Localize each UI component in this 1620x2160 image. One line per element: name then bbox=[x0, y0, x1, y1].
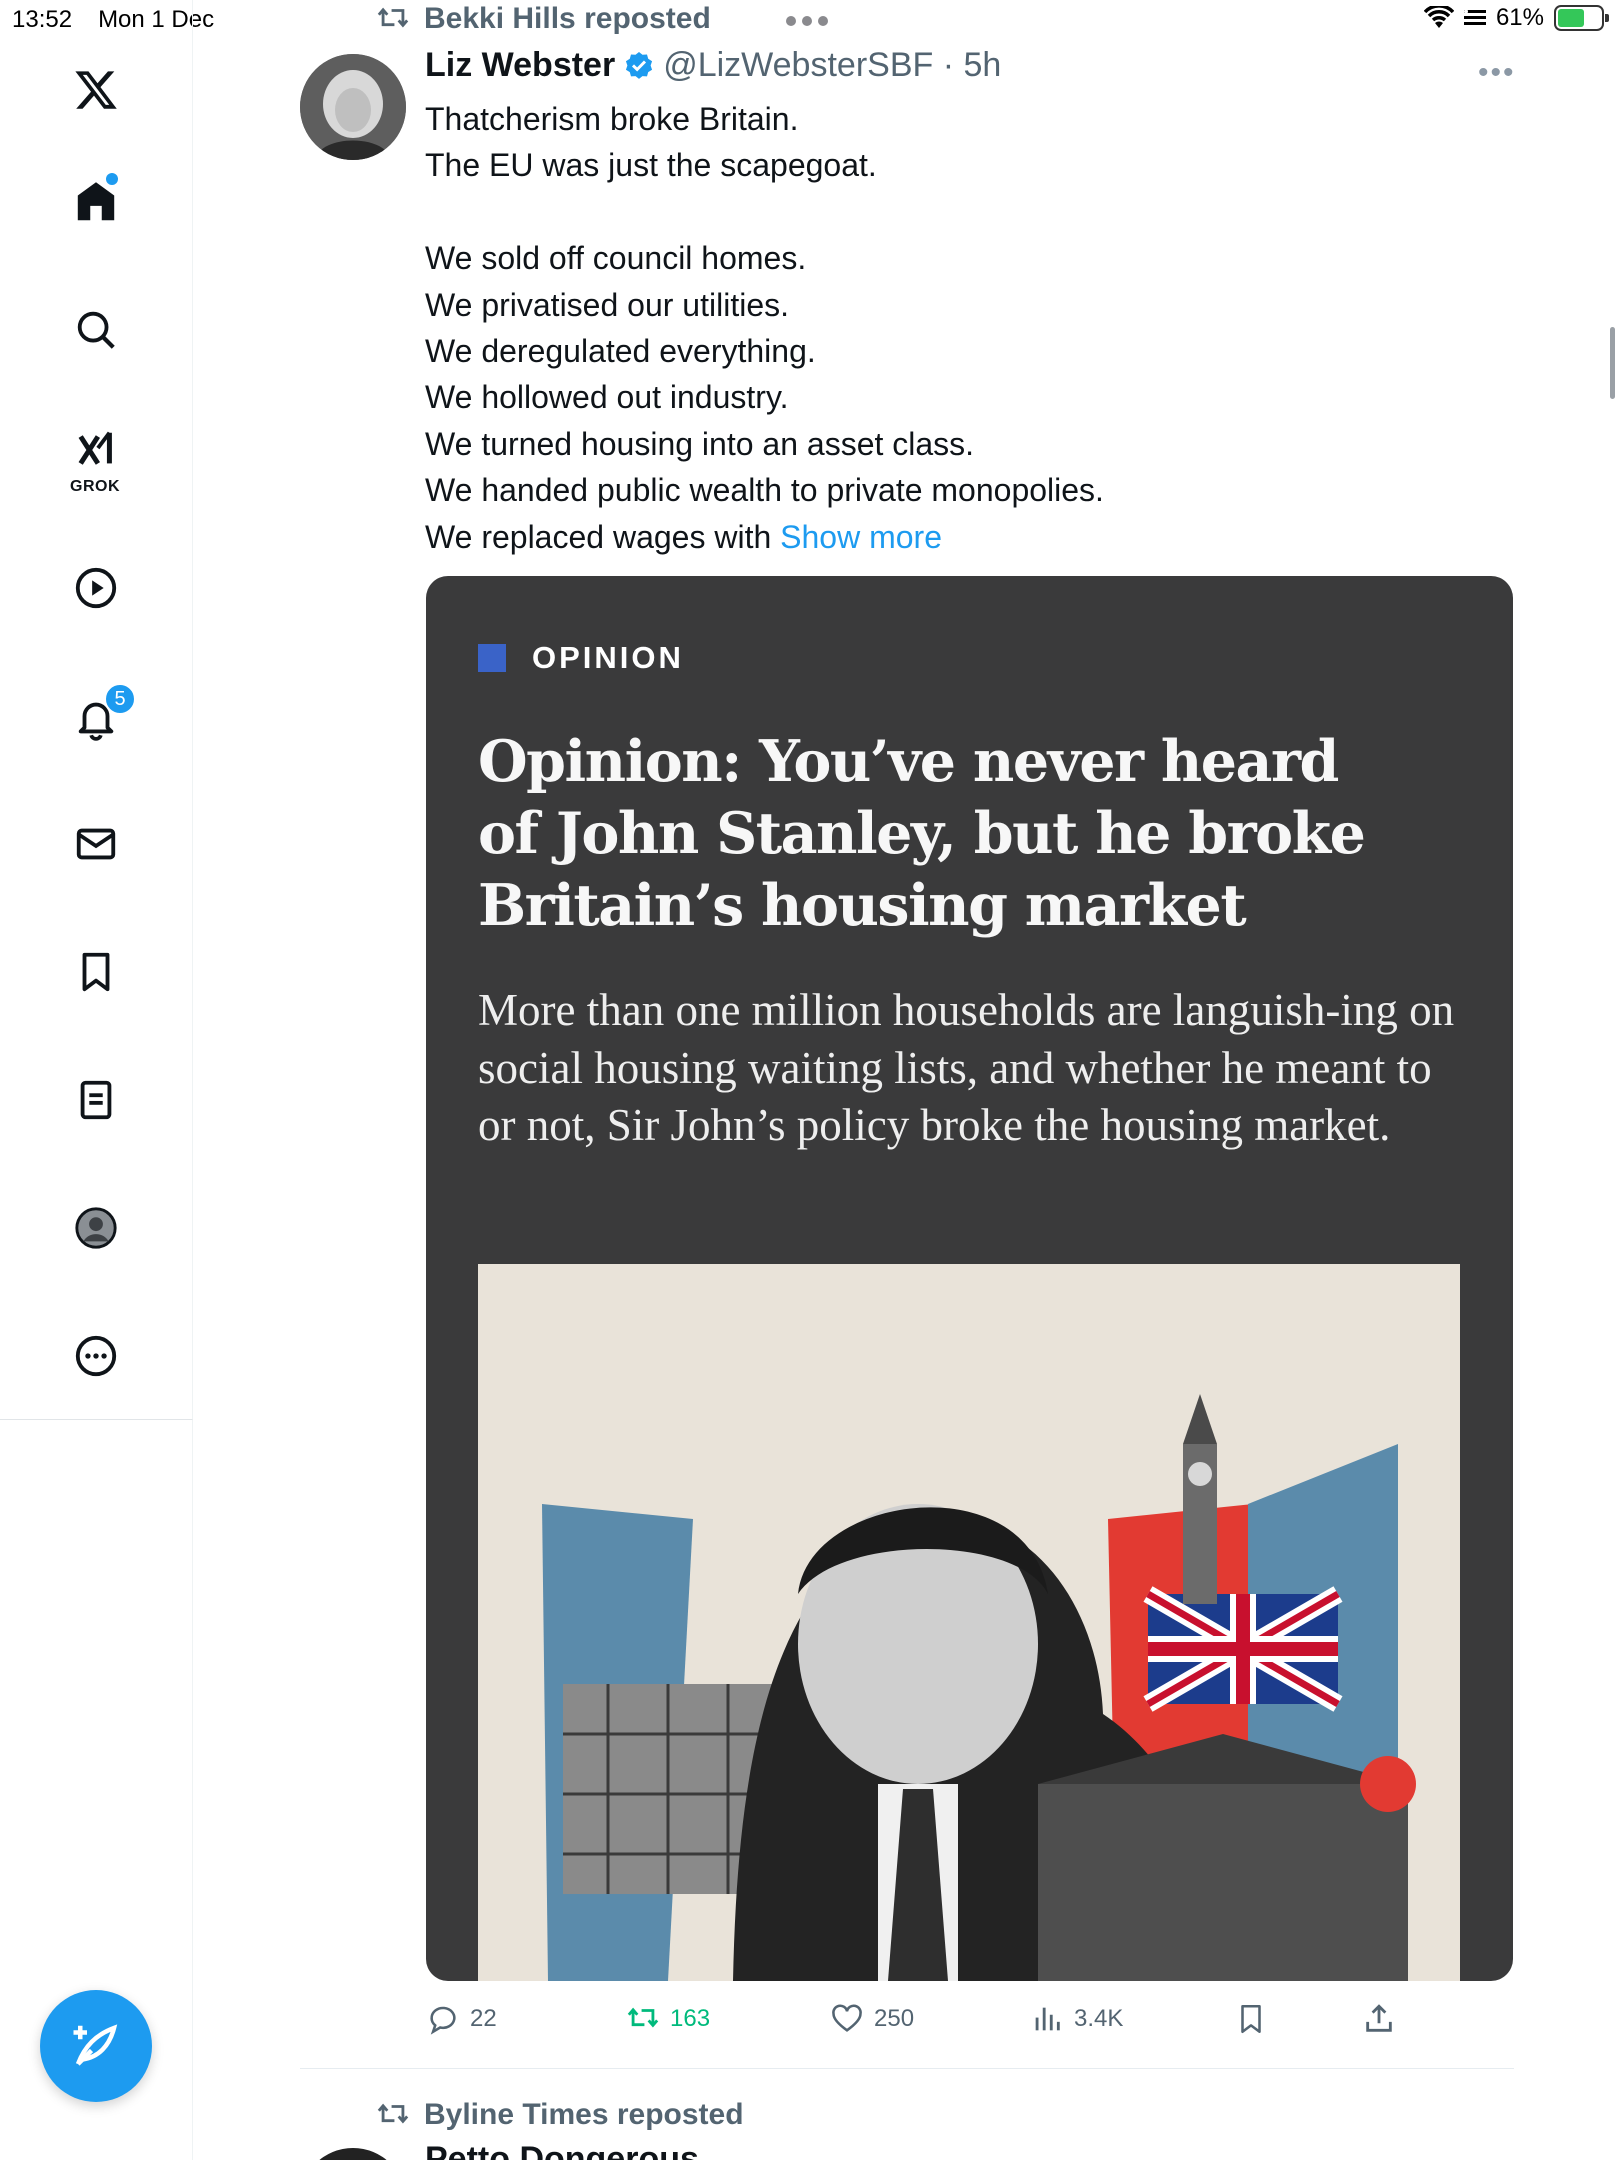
reply-count: 22 bbox=[470, 2005, 497, 2032]
battery-charging-icon bbox=[1554, 5, 1609, 31]
x-logo-icon[interactable] bbox=[66, 60, 126, 120]
post-divider bbox=[300, 2068, 1514, 2069]
sidebar-border bbox=[192, 1420, 193, 2160]
repost-count: 163 bbox=[670, 2005, 711, 2032]
home-unread-dot bbox=[106, 173, 118, 185]
author-name[interactable]: Liz Webster bbox=[425, 46, 615, 85]
verified-badge-icon bbox=[626, 51, 653, 79]
status-bar-right: 61% bbox=[1423, 4, 1609, 32]
bookmark-button[interactable] bbox=[1234, 2002, 1268, 2036]
share-button[interactable] bbox=[1362, 2002, 1396, 2036]
next-repost-header[interactable]: Byline Times reposted bbox=[376, 2098, 744, 2132]
battery-percent: 61% bbox=[1495, 4, 1544, 31]
link-card[interactable]: OPINION Opinion: You’ve never heard of J… bbox=[426, 576, 1513, 1981]
notification-badge: 5 bbox=[104, 683, 136, 715]
card-standfirst: More than one million households are lan… bbox=[478, 985, 1455, 1150]
author-row: Liz Webster @LizWebsterSBF · 5h bbox=[425, 46, 1001, 85]
opinion-square-icon bbox=[478, 644, 506, 672]
sidebar: GROK 5 bbox=[0, 0, 193, 1420]
repost-icon bbox=[627, 2007, 659, 2028]
card-kicker: OPINION bbox=[478, 640, 684, 676]
author-avatar[interactable] bbox=[300, 54, 406, 160]
grok-label: GROK bbox=[70, 478, 120, 495]
post-actions: 22 163 250 3.4K bbox=[426, 2002, 1426, 2042]
share-icon bbox=[1366, 2004, 1392, 2032]
search-icon[interactable] bbox=[66, 300, 126, 360]
repost-icon bbox=[377, 2103, 409, 2124]
flag-icon bbox=[1143, 1586, 1343, 1712]
post-text: Thatcherism broke Britain. The EU was ju… bbox=[425, 96, 1475, 560]
repost-button[interactable]: 163 bbox=[626, 2002, 710, 2036]
bookmark-icon[interactable] bbox=[66, 942, 126, 1002]
reply-button[interactable]: 22 bbox=[426, 2002, 497, 2036]
repost-icon bbox=[377, 7, 409, 28]
grok-icon[interactable] bbox=[66, 420, 126, 480]
post-body: Thatcherism broke Britain. The EU was ju… bbox=[425, 101, 1104, 555]
bookmark-icon bbox=[1241, 2004, 1261, 2034]
mail-icon[interactable] bbox=[66, 814, 126, 874]
repost-label: Bekki Hills reposted bbox=[424, 2, 711, 35]
next-author-avatar[interactable] bbox=[300, 2148, 406, 2160]
multitasking-dots-icon[interactable] bbox=[786, 16, 832, 26]
scrollbar[interactable] bbox=[1610, 327, 1615, 399]
reply-icon bbox=[430, 2006, 456, 2035]
play-icon[interactable] bbox=[66, 558, 126, 618]
compose-icon bbox=[73, 2024, 118, 2066]
list-icon[interactable] bbox=[66, 1070, 126, 1130]
views-count: 3.4K bbox=[1074, 2005, 1124, 2032]
heart-icon bbox=[832, 2004, 862, 2032]
wifi-icon bbox=[1423, 6, 1454, 28]
like-count: 250 bbox=[874, 2005, 915, 2032]
views-chart-icon bbox=[1035, 2007, 1060, 2031]
more-circle-icon[interactable] bbox=[66, 1326, 126, 1386]
profile-icon[interactable] bbox=[66, 1198, 126, 1258]
compose-button[interactable] bbox=[40, 1990, 152, 2102]
author-handle-time[interactable]: @LizWebsterSBF · 5h bbox=[663, 46, 1001, 85]
show-more-link[interactable]: Show more bbox=[780, 519, 942, 555]
card-headline: Opinion: You’ve never heard of John Stan… bbox=[478, 728, 1366, 939]
repost-header[interactable]: Bekki Hills reposted bbox=[376, 2, 711, 36]
next-author-name[interactable]: Petto Dongerous bbox=[425, 2140, 699, 2160]
next-repost-label: Byline Times reposted bbox=[424, 2098, 744, 2131]
card-kicker-label: OPINION bbox=[532, 640, 684, 675]
signal-icon bbox=[1463, 9, 1486, 25]
card-illustration bbox=[478, 1264, 1460, 1981]
views-button[interactable]: 3.4K bbox=[1030, 2002, 1123, 2036]
post-more-options-icon[interactable]: ••• bbox=[1478, 56, 1516, 90]
like-button[interactable]: 250 bbox=[830, 2002, 914, 2036]
